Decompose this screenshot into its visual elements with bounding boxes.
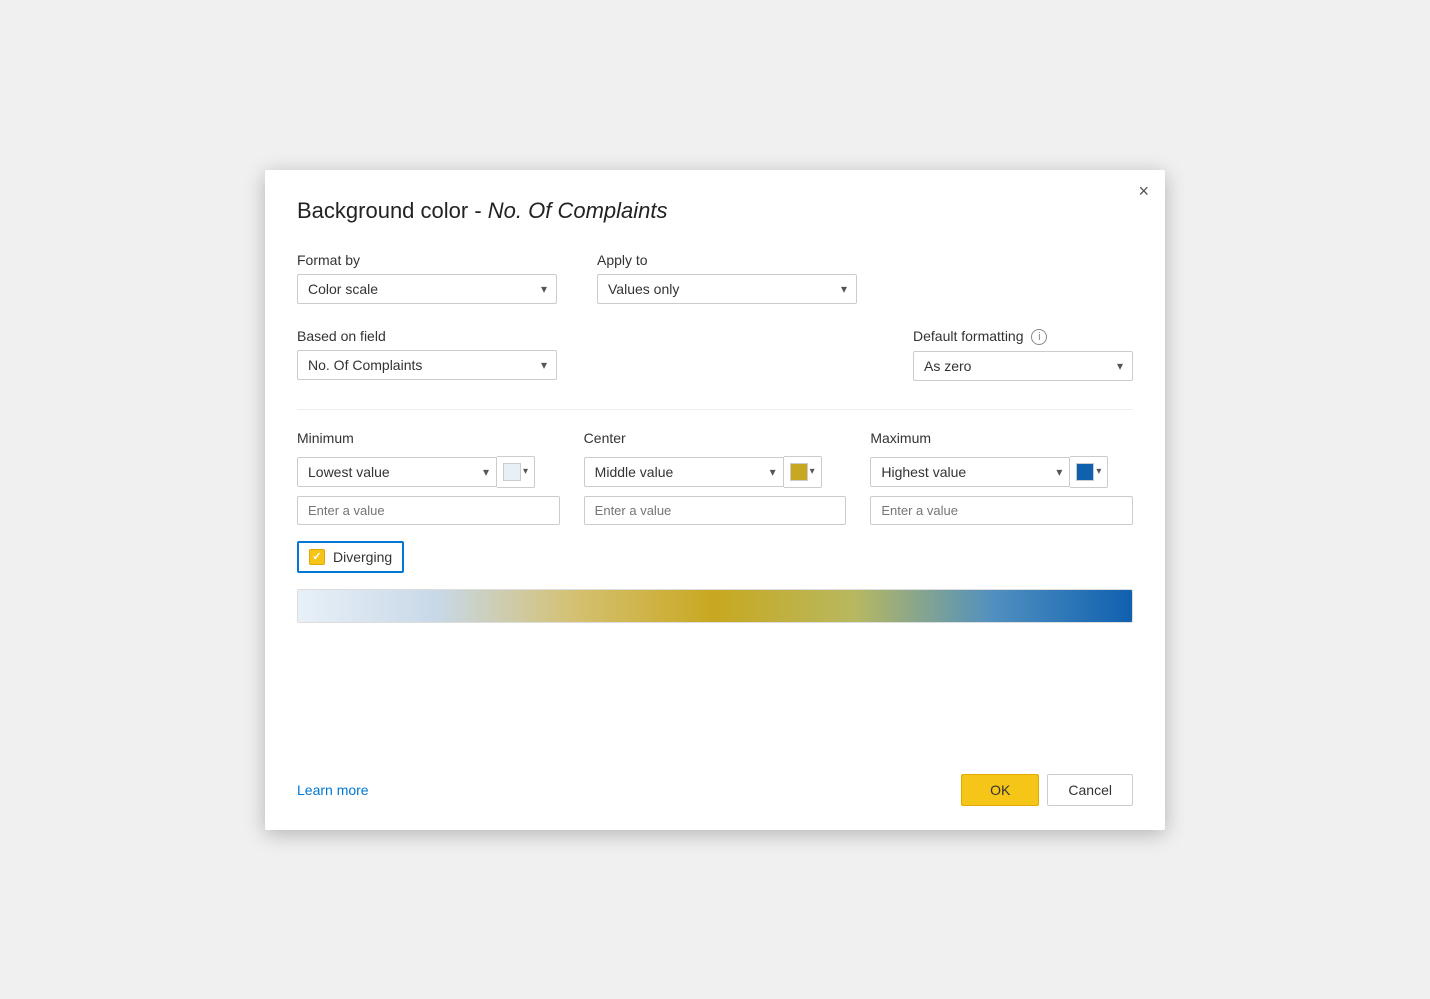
based-on-row: Based on field No. Of Complaints Default…: [297, 328, 1133, 381]
center-swatch: [790, 463, 808, 481]
minimum-swatch: [503, 463, 521, 481]
close-button[interactable]: ×: [1138, 182, 1149, 200]
diverging-checkbox[interactable]: [309, 549, 325, 565]
default-formatting-label: Default formatting i: [913, 328, 1133, 345]
center-select-wrapper: Middle value Number Percent Percentile F…: [584, 457, 784, 487]
default-formatting-group: Default formatting i As zero As blank As…: [913, 328, 1133, 381]
based-on-label: Based on field: [297, 328, 557, 344]
apply-to-group: Apply to Values only Values and totals A…: [597, 252, 857, 304]
format-apply-row: Format by Color scale Field value Rules …: [297, 252, 1133, 304]
minimum-swatch-button[interactable]: ▾: [497, 456, 535, 488]
maximum-select-row: Highest value Number Percent Percentile …: [870, 456, 1133, 488]
minimum-label: Minimum: [297, 430, 560, 446]
maximum-label: Maximum: [870, 430, 1133, 446]
center-select[interactable]: Middle value Number Percent Percentile F…: [584, 457, 784, 487]
format-by-label: Format by: [297, 252, 557, 268]
apply-to-select[interactable]: Values only Values and totals All: [597, 274, 857, 304]
diverging-label: Diverging: [333, 549, 392, 565]
maximum-group: Maximum Highest value Number Percent Per…: [870, 430, 1133, 525]
learn-more-link[interactable]: Learn more: [297, 782, 369, 798]
apply-to-label: Apply to: [597, 252, 857, 268]
center-swatch-button[interactable]: ▾: [784, 456, 822, 488]
format-by-select-wrapper: Color scale Field value Rules: [297, 274, 557, 304]
info-icon: i: [1031, 329, 1047, 345]
maximum-value-input[interactable]: [870, 496, 1133, 525]
dialog-footer: Learn more OK Cancel: [297, 762, 1133, 806]
center-select-row: Middle value Number Percent Percentile F…: [584, 456, 847, 488]
maximum-swatch: [1076, 463, 1094, 481]
based-on-select[interactable]: No. Of Complaints: [297, 350, 557, 380]
maximum-select-wrapper: Highest value Number Percent Percentile …: [870, 457, 1070, 487]
center-label: Center: [584, 430, 847, 446]
divider: [297, 409, 1133, 410]
minimum-select-wrapper: Lowest value Number Percent Percentile F…: [297, 457, 497, 487]
maximum-swatch-arrow: ▾: [1096, 466, 1101, 477]
minimum-swatch-arrow: ▾: [523, 466, 528, 477]
minimum-select-row: Lowest value Number Percent Percentile F…: [297, 456, 560, 488]
minimum-select[interactable]: Lowest value Number Percent Percentile F…: [297, 457, 497, 487]
format-by-select[interactable]: Color scale Field value Rules: [297, 274, 557, 304]
format-by-group: Format by Color scale Field value Rules: [297, 252, 557, 304]
center-value-input[interactable]: [584, 496, 847, 525]
based-on-select-wrapper: No. Of Complaints: [297, 350, 557, 380]
gradient-bar: [297, 589, 1133, 623]
minimum-value-input[interactable]: [297, 496, 560, 525]
default-formatting-select[interactable]: As zero As blank As previous: [913, 351, 1133, 381]
maximum-select[interactable]: Highest value Number Percent Percentile …: [870, 457, 1070, 487]
footer-buttons: OK Cancel: [961, 774, 1133, 806]
maximum-swatch-button[interactable]: ▾: [1070, 456, 1108, 488]
color-scale-row: Minimum Lowest value Number Percent Perc…: [297, 430, 1133, 525]
apply-to-select-wrapper: Values only Values and totals All: [597, 274, 857, 304]
dialog-title: Background color - No. Of Complaints: [297, 198, 1133, 224]
cancel-button[interactable]: Cancel: [1047, 774, 1133, 806]
center-group: Center Middle value Number Percent Perce…: [584, 430, 847, 525]
minimum-group: Minimum Lowest value Number Percent Perc…: [297, 430, 560, 525]
default-formatting-select-wrapper: As zero As blank As previous: [913, 351, 1133, 381]
background-color-dialog: × Background color - No. Of Complaints F…: [265, 170, 1165, 830]
center-swatch-arrow: ▾: [810, 466, 815, 477]
ok-button[interactable]: OK: [961, 774, 1039, 806]
based-on-group: Based on field No. Of Complaints: [297, 328, 557, 380]
diverging-row[interactable]: Diverging: [297, 541, 404, 573]
